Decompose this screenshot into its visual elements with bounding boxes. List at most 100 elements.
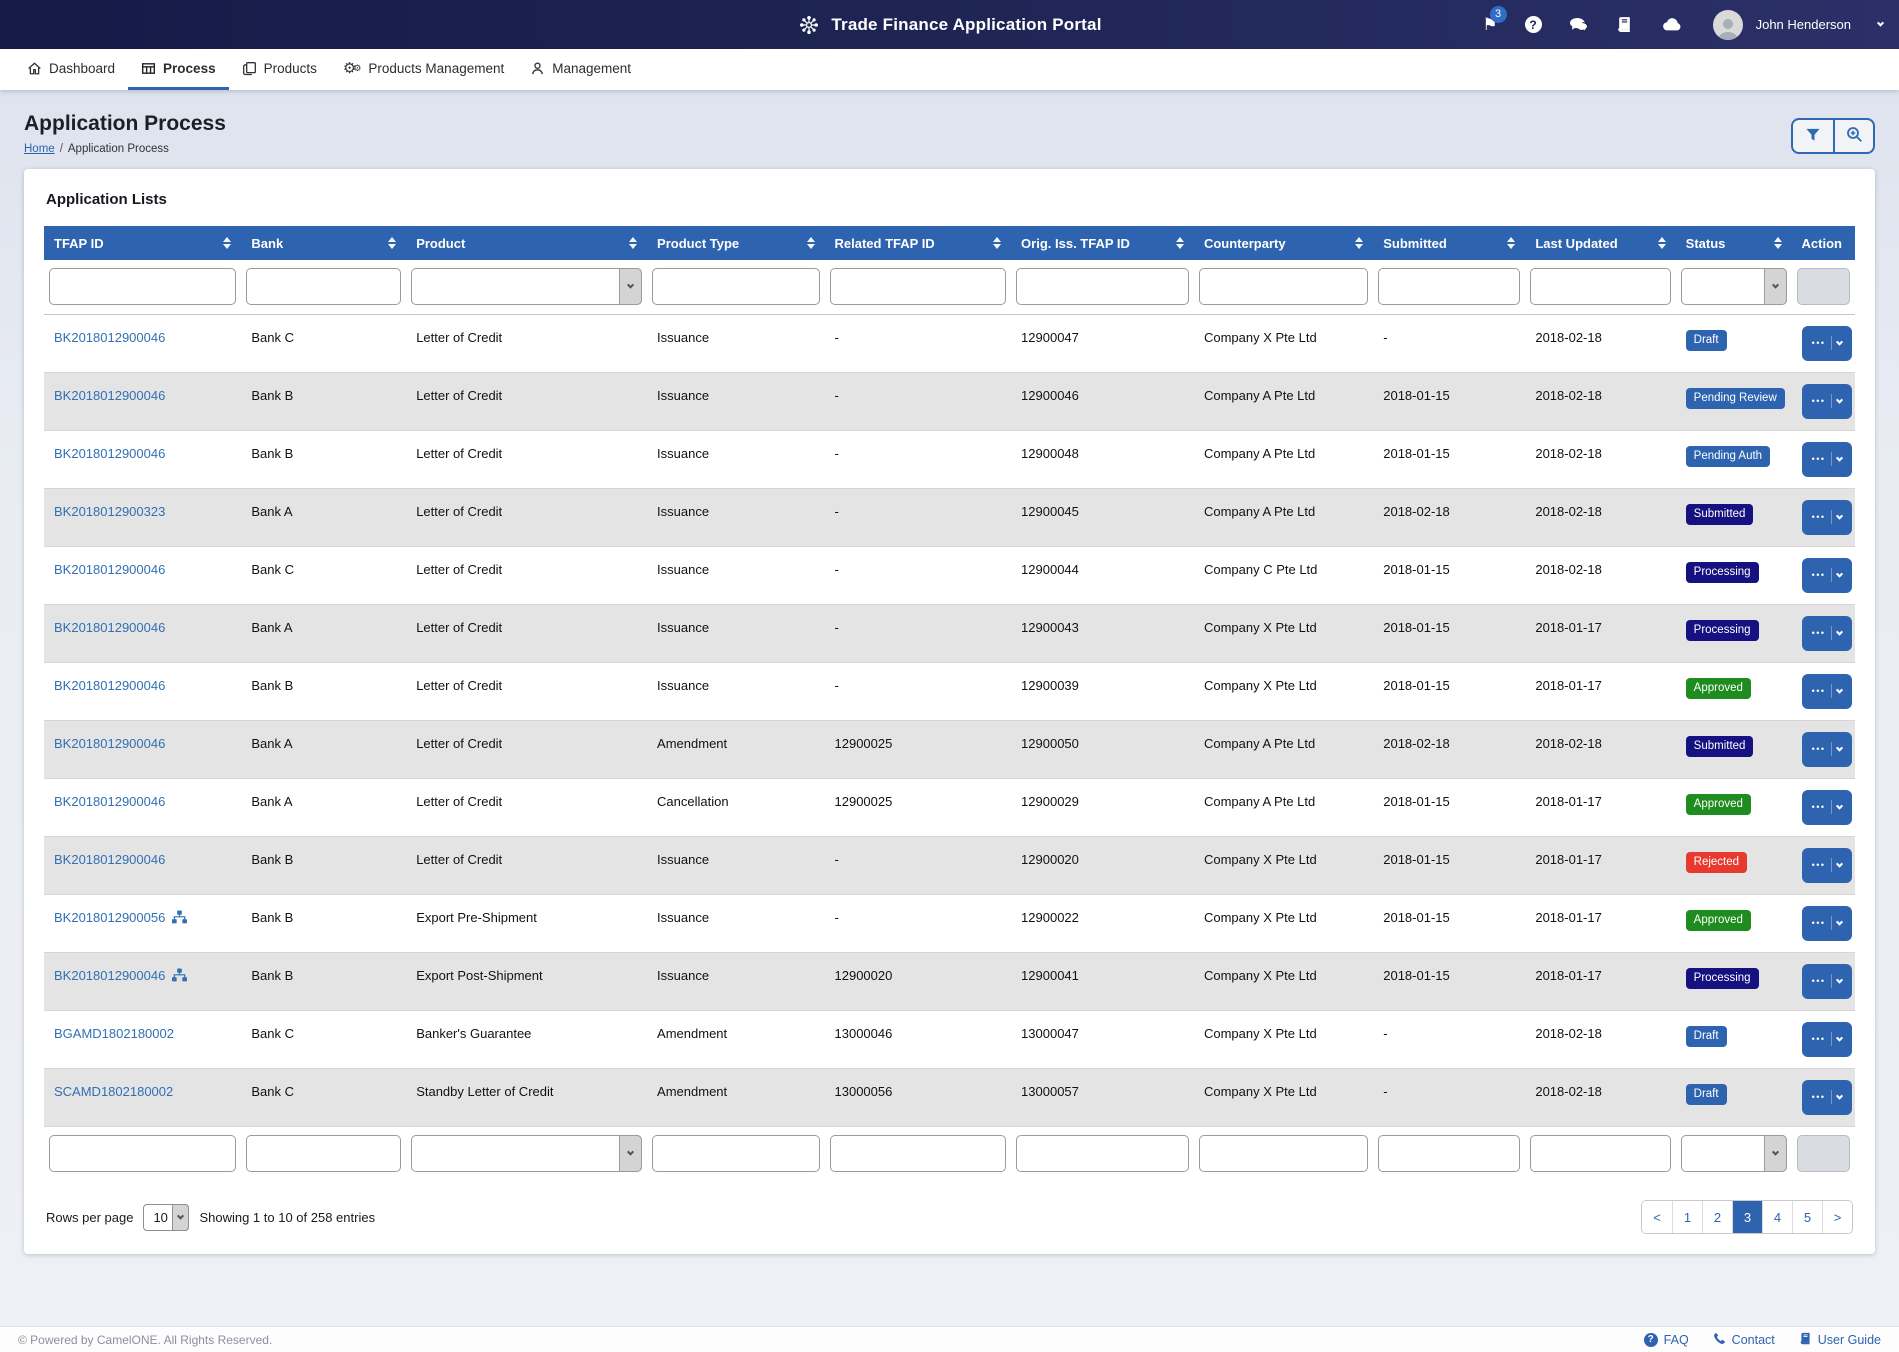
column-header-action[interactable]: Action	[1792, 226, 1855, 260]
notifications-flag-icon[interactable]: ⚑3	[1482, 15, 1497, 35]
tfap-id-link[interactable]: BK2018012900056	[54, 910, 165, 925]
filter-input-tfap-id[interactable]	[49, 268, 236, 305]
tfap-id-link[interactable]: BK2018012900046	[54, 852, 165, 867]
filter-select-product[interactable]	[411, 268, 642, 305]
filter-input-counterparty[interactable]	[1199, 268, 1368, 305]
page-button-2[interactable]: 2	[1702, 1201, 1732, 1233]
sort-icon[interactable]	[388, 237, 396, 249]
filter-input-related-tfap-id[interactable]	[830, 1135, 1007, 1172]
column-header-submitted[interactable]: Submitted	[1373, 226, 1525, 260]
nav-item-products[interactable]: Products	[229, 49, 330, 90]
filter-input-submitted[interactable]	[1378, 268, 1520, 305]
row-action-button[interactable]: •••	[1802, 906, 1852, 941]
filter-toggle-button[interactable]	[1793, 120, 1833, 152]
guide-book-icon[interactable]	[1616, 16, 1633, 33]
tfap-id-link[interactable]: BGAMD1802180002	[54, 1026, 174, 1041]
page-button-1[interactable]: 1	[1672, 1201, 1702, 1233]
page-button-4[interactable]: 4	[1762, 1201, 1792, 1233]
row-action-button[interactable]: •••	[1802, 732, 1852, 767]
help-icon[interactable]: ?	[1525, 16, 1542, 33]
tfap-id-link[interactable]: BK2018012900046	[54, 446, 165, 461]
column-header-counterparty[interactable]: Counterparty	[1194, 226, 1373, 260]
contact-link[interactable]: Contact	[1713, 1332, 1775, 1348]
column-header-bank[interactable]: Bank	[241, 226, 406, 260]
sort-icon[interactable]	[1355, 237, 1363, 249]
search-zoom-button[interactable]	[1833, 120, 1873, 152]
pages-icon	[242, 61, 257, 76]
page-button-5[interactable]: 5	[1792, 1201, 1822, 1233]
filter-input-orig-iss-tfap-id[interactable]	[1016, 268, 1189, 305]
column-header-last-updated[interactable]: Last Updated	[1525, 226, 1675, 260]
row-action-button[interactable]: •••	[1802, 558, 1852, 593]
filter-input-product-type[interactable]	[652, 268, 819, 305]
rows-per-page-select[interactable]: 10	[143, 1204, 189, 1231]
tfap-id-link[interactable]: BK2018012900046	[54, 678, 165, 693]
filter-select-status[interactable]	[1681, 268, 1787, 305]
row-action-button[interactable]: •••	[1802, 1080, 1852, 1115]
column-header-orig-iss-tfap-id[interactable]: Orig. Iss. TFAP ID	[1011, 226, 1194, 260]
sort-icon[interactable]	[223, 237, 231, 249]
filter-input-counterparty[interactable]	[1199, 1135, 1368, 1172]
sort-icon[interactable]	[807, 237, 815, 249]
breadcrumb-home-link[interactable]: Home	[24, 143, 55, 155]
faq-link[interactable]: ? FAQ	[1644, 1332, 1689, 1348]
tfap-id-link[interactable]: BK2018012900046	[54, 736, 165, 751]
nav-item-management[interactable]: Management	[517, 49, 644, 90]
row-action-button[interactable]: •••	[1802, 674, 1852, 709]
sort-icon[interactable]	[1658, 237, 1666, 249]
filter-select-status[interactable]	[1681, 1135, 1787, 1172]
column-header-related-tfap-id[interactable]: Related TFAP ID	[825, 226, 1012, 260]
tfap-id-link[interactable]: SCAMD1802180002	[54, 1084, 173, 1099]
column-header-product-type[interactable]: Product Type	[647, 226, 824, 260]
row-action-button[interactable]: •••	[1802, 616, 1852, 651]
filter-input-bank[interactable]	[246, 1135, 401, 1172]
filter-input-bank[interactable]	[246, 268, 401, 305]
filter-select-product[interactable]	[411, 1135, 642, 1172]
cell-orig: 12900022	[1011, 894, 1194, 952]
sort-icon[interactable]	[1507, 237, 1515, 249]
filter-input-submitted[interactable]	[1378, 1135, 1520, 1172]
user-guide-link[interactable]: User Guide	[1799, 1332, 1881, 1348]
row-action-button[interactable]: •••	[1802, 848, 1852, 883]
filter-input-last-updated[interactable]	[1530, 1135, 1670, 1172]
tfap-id-link[interactable]: BK2018012900046	[54, 620, 165, 635]
column-header-product[interactable]: Product	[406, 226, 647, 260]
nav-item-process[interactable]: Process	[128, 49, 229, 90]
tfap-id-link[interactable]: BK2018012900323	[54, 504, 165, 519]
page-button-3[interactable]: 3	[1732, 1201, 1762, 1233]
column-header-tfap-id[interactable]: TFAP ID	[44, 226, 241, 260]
row-action-button[interactable]: •••	[1802, 326, 1852, 361]
row-action-button[interactable]: •••	[1802, 790, 1852, 825]
filter-input-last-updated[interactable]	[1530, 268, 1670, 305]
tfap-id-link[interactable]: BK2018012900046	[54, 388, 165, 403]
cloud-icon[interactable]	[1660, 17, 1682, 32]
filter-input-related-tfap-id[interactable]	[830, 268, 1007, 305]
messages-icon[interactable]	[1569, 17, 1589, 33]
avatar[interactable]	[1713, 10, 1743, 40]
sort-icon[interactable]	[1176, 237, 1184, 249]
tfap-id-link[interactable]: BK2018012900046	[54, 968, 165, 983]
filter-input-orig-iss-tfap-id[interactable]	[1016, 1135, 1189, 1172]
row-action-button[interactable]: •••	[1802, 442, 1852, 477]
sort-icon[interactable]	[629, 237, 637, 249]
page-prev-button[interactable]: <	[1642, 1201, 1672, 1233]
tfap-id-link[interactable]: BK2018012900046	[54, 330, 165, 345]
tfap-id-link[interactable]: BK2018012900046	[54, 562, 165, 577]
nav-item-dashboard[interactable]: Dashboard	[14, 49, 128, 90]
row-action-button[interactable]: •••	[1802, 964, 1852, 999]
nav-item-products-management[interactable]: ⚙⚙ Products Management	[330, 49, 517, 90]
row-action-button[interactable]: •••	[1802, 500, 1852, 535]
sort-icon[interactable]	[993, 237, 1001, 249]
filter-input-tfap-id[interactable]	[49, 1135, 236, 1172]
chevron-down-icon[interactable]	[1877, 20, 1884, 27]
user-menu[interactable]: John Henderson	[1756, 17, 1851, 32]
row-action-button[interactable]: •••	[1802, 1022, 1852, 1057]
page-next-button[interactable]: >	[1822, 1201, 1852, 1233]
column-header-status[interactable]: Status	[1676, 226, 1792, 260]
hierarchy-icon[interactable]	[172, 910, 187, 927]
hierarchy-icon[interactable]	[172, 968, 187, 985]
tfap-id-link[interactable]: BK2018012900046	[54, 794, 165, 809]
filter-input-product-type[interactable]	[652, 1135, 819, 1172]
row-action-button[interactable]: •••	[1802, 384, 1852, 419]
sort-icon[interactable]	[1774, 237, 1782, 249]
